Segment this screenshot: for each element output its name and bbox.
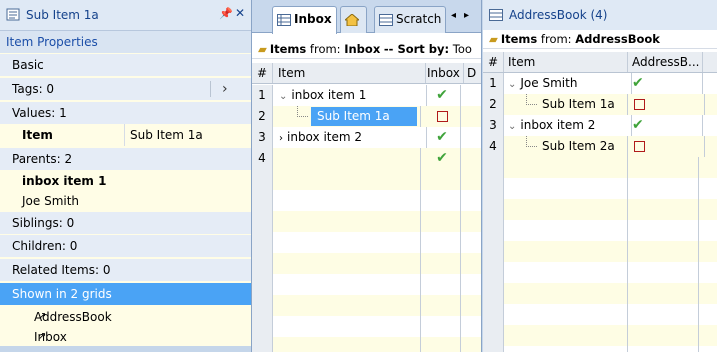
empty-row (483, 157, 717, 178)
shown-in-grids-section[interactable]: Shown in 2 grids (0, 283, 251, 305)
empty-row (483, 262, 717, 283)
empty-row (252, 295, 481, 316)
item-properties-header: Item Properties (0, 31, 251, 53)
value-row[interactable]: Item Sub Item 1a (0, 124, 251, 146)
values-section[interactable]: Values: 1 (0, 102, 251, 124)
external-link-icon: ↗ (38, 311, 47, 322)
empty-row (252, 253, 481, 274)
table-row[interactable]: 1 ⌄ inbox item 1 ✔ (252, 85, 481, 106)
external-link-icon: ↗ (38, 331, 47, 342)
parent-link-1[interactable]: inbox item 1 (0, 170, 251, 192)
addressbook-grid-header: # Item AddressB... (483, 52, 717, 73)
col-inbox-header[interactable]: Inbox (424, 63, 464, 83)
value-text: Sub Item 1a (130, 128, 203, 142)
check-icon[interactable]: ✔ (632, 117, 644, 133)
table-row[interactable]: 3 › inbox item 2 ✔ (252, 127, 481, 148)
parent-link-2[interactable]: Joe Smith (0, 190, 251, 212)
unchecked-box-icon[interactable] (634, 99, 645, 110)
check-icon[interactable]: ✔ (436, 129, 448, 145)
close-icon[interactable]: ✕ (235, 6, 245, 20)
col-addressbook-header[interactable]: AddressB... (628, 52, 703, 72)
check-icon[interactable]: ✔ (436, 87, 448, 103)
empty-row (252, 232, 481, 253)
inbox-info-bar: ▰ Items from: Inbox -- Sort by: Too (252, 40, 481, 59)
parents-section[interactable]: Parents: 2 (0, 148, 251, 170)
tab-bar: Inbox Scratch ◂ ▸ (252, 0, 481, 34)
tab-scratch[interactable]: Scratch (374, 6, 447, 33)
grid-link-inbox[interactable]: Inbox ↗ (0, 326, 251, 348)
grid-icon (489, 9, 503, 21)
tab-scroll-right-icon[interactable]: ▸ (464, 10, 469, 21)
empty-row (252, 274, 481, 295)
pin-icon[interactable]: 📌 (219, 7, 233, 20)
table-row[interactable]: 4 ✔ (252, 148, 481, 169)
grid-link-addressbook[interactable]: AddressBook ↗ (0, 306, 251, 328)
grid-icon (379, 13, 393, 26)
inbox-grid-pane: Inbox Scratch ◂ ▸ ▰ Items from: Inbox -- … (252, 0, 482, 352)
chevron-right-icon[interactable]: › (279, 133, 283, 144)
document-icon (6, 8, 20, 21)
table-row[interactable]: 2 Sub Item 1a (483, 94, 717, 115)
chevron-down-icon[interactable]: ⌄ (508, 79, 516, 90)
addressbook-titlebar: AddressBook (4) (483, 0, 717, 31)
empty-row (252, 316, 481, 337)
empty-row (483, 199, 717, 220)
empty-row (483, 283, 717, 304)
value-key: Item (22, 128, 53, 142)
empty-row (483, 178, 717, 199)
grid-icon (277, 13, 291, 26)
inbox-grid-header: # Item Inbox D (252, 63, 481, 84)
empty-row (252, 211, 481, 232)
chevron-right-icon[interactable]: › (222, 78, 228, 100)
properties-pane: Sub Item 1a 📌 ✕ Item Properties Basic Ta… (0, 0, 252, 352)
tab-scroll-left-icon[interactable]: ◂ (451, 10, 456, 21)
table-row[interactable]: 4 Sub Item 2a (483, 136, 717, 157)
addressbook-info-bar: ▰ Items from: AddressBook (483, 30, 717, 49)
related-section[interactable]: Related Items: 0 (0, 259, 251, 281)
empty-row (483, 304, 717, 325)
folder-icon: ▰ (489, 32, 498, 46)
home-icon (345, 13, 359, 26)
chevron-down-icon[interactable]: ⌄ (279, 91, 287, 102)
col-item-header[interactable]: Item (273, 63, 426, 83)
empty-row (483, 220, 717, 241)
addressbook-title: AddressBook (4) (509, 8, 608, 22)
properties-titlebar: Sub Item 1a 📌 ✕ (0, 0, 251, 31)
col-item-header[interactable]: Item (504, 52, 628, 72)
table-row[interactable]: 2 Sub Item 1a (252, 106, 481, 127)
children-section[interactable]: Children: 0 (0, 235, 251, 257)
folder-icon: ▰ (258, 42, 267, 56)
empty-row (252, 169, 481, 190)
check-icon[interactable]: ✔ (632, 75, 644, 91)
chevron-down-icon[interactable]: ⌄ (508, 121, 516, 132)
table-row[interactable]: 3 ⌄ inbox item 2 ✔ (483, 115, 717, 136)
siblings-section[interactable]: Siblings: 0 (0, 212, 251, 234)
selected-item-cell[interactable]: Sub Item 1a (311, 107, 417, 126)
col-d-header[interactable]: D (464, 63, 481, 83)
unchecked-box-icon[interactable] (436, 111, 448, 122)
empty-row (252, 337, 481, 352)
check-icon[interactable]: ✔ (436, 150, 448, 166)
empty-row (252, 190, 481, 211)
empty-row (483, 241, 717, 262)
empty-row (483, 346, 717, 352)
basic-section[interactable]: Basic (0, 54, 251, 76)
addressbook-grid-pane: AddressBook (4) ▰ Items from: AddressBook… (483, 0, 717, 352)
col-num-header: # (252, 63, 273, 83)
unchecked-box-icon[interactable] (634, 141, 645, 152)
properties-title: Sub Item 1a (26, 8, 99, 22)
tab-home[interactable] (340, 6, 367, 33)
tags-section[interactable]: Tags: 0 › (0, 78, 251, 100)
tab-inbox[interactable]: Inbox (272, 6, 337, 34)
table-row[interactable]: 1 ⌄ Joe Smith ✔ (483, 73, 717, 94)
empty-row (483, 325, 717, 346)
